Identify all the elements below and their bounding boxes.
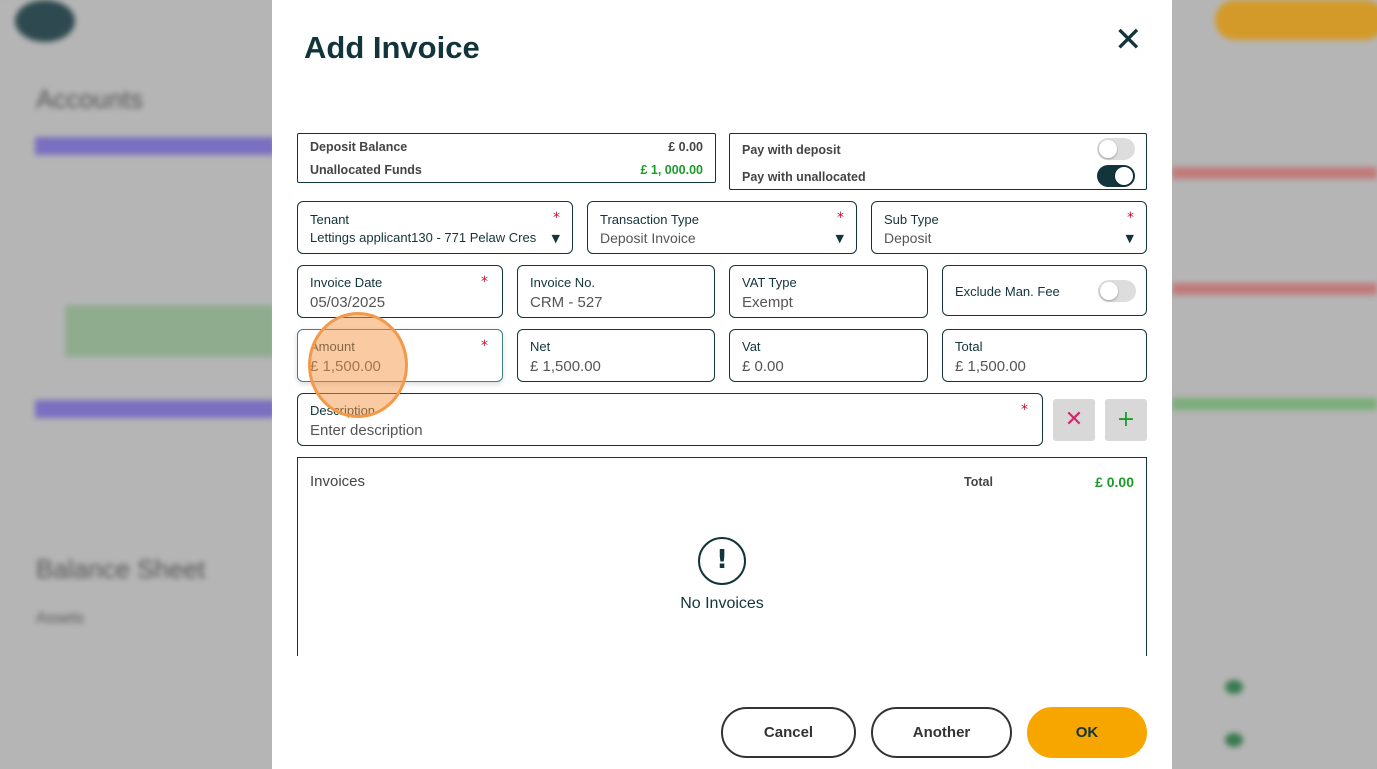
transaction-type-select[interactable]: Transaction Type * Deposit Invoice ▼ <box>587 201 857 254</box>
another-button[interactable]: Another <box>871 707 1012 758</box>
vat-value: £ 0.00 <box>742 358 784 375</box>
required-marker: * <box>481 338 488 354</box>
required-marker: * <box>553 210 560 226</box>
deposit-balance-label: Deposit Balance <box>310 140 408 154</box>
required-marker: * <box>1021 402 1028 418</box>
total-value: £ 1,500.00 <box>955 358 1026 375</box>
bg-balance-sheet-title: Balance Sheet <box>36 554 206 584</box>
vat-type-label: VAT Type <box>742 275 797 290</box>
cancel-button[interactable]: Cancel <box>721 707 856 758</box>
invoice-date-field[interactable]: Invoice Date * 05/03/2025 <box>297 265 503 318</box>
invoice-no-label: Invoice No. <box>530 275 596 290</box>
invoices-total-label: Total <box>964 475 993 489</box>
exclude-man-fee-label: Exclude Man. Fee <box>955 284 1060 299</box>
invoice-date-label: Invoice Date <box>310 275 383 290</box>
add-invoice-modal: Add Invoice ✕ Deposit Balance £ 0.00 Una… <box>272 0 1172 769</box>
total-label: Total <box>955 339 983 354</box>
description-label: Description <box>310 403 376 418</box>
tenant-select[interactable]: Tenant * Lettings applicant130 - 771 Pel… <box>297 201 573 254</box>
tenant-value: Lettings applicant130 - 771 Pelaw Cres <box>310 230 537 245</box>
bg-accounts-title: Accounts <box>36 84 143 114</box>
no-invoices-text: No Invoices <box>680 595 764 612</box>
description-field[interactable]: Description * Enter description <box>297 393 1043 446</box>
invoices-total-value: £ 0.00 <box>1095 474 1134 490</box>
transaction-type-value: Deposit Invoice <box>600 230 696 246</box>
pay-with-deposit-label: Pay with deposit <box>742 143 841 157</box>
tenant-label: Tenant <box>310 212 350 227</box>
balances-panel: Deposit Balance £ 0.00 Unallocated Funds… <box>297 133 716 183</box>
add-button[interactable]: + <box>1105 399 1147 441</box>
ok-button[interactable]: OK <box>1027 707 1147 758</box>
sub-type-label: Sub Type <box>884 212 939 227</box>
chevron-down-icon: ▼ <box>835 232 844 245</box>
sub-type-select[interactable]: Sub Type * Deposit ▼ <box>871 201 1147 254</box>
invoices-panel: Invoices Total £ 0.00 ! No Invoices <box>297 457 1147 677</box>
vat-type-field[interactable]: VAT Type Exempt <box>729 265 928 318</box>
invoice-no-field[interactable]: Invoice No. CRM - 527 <box>517 265 715 318</box>
total-field[interactable]: Total £ 1,500.00 <box>942 329 1147 382</box>
close-icon[interactable]: ✕ <box>1114 20 1143 60</box>
exclamation-circle-icon: ! <box>698 537 746 585</box>
description-placeholder: Enter description <box>310 422 423 439</box>
amount-label: Amount <box>310 339 355 354</box>
pay-with-deposit-toggle[interactable] <box>1097 138 1135 160</box>
modal-title: Add Invoice <box>304 30 480 65</box>
invoices-title: Invoices <box>310 473 366 490</box>
invoice-no-value: CRM - 527 <box>530 294 603 311</box>
transaction-type-label: Transaction Type <box>600 212 699 227</box>
unallocated-funds-label: Unallocated Funds <box>310 163 422 177</box>
net-field[interactable]: Net £ 1,500.00 <box>517 329 715 382</box>
vat-label: Vat <box>742 339 761 354</box>
net-value: £ 1,500.00 <box>530 358 601 375</box>
amount-value: £ 1,500.00 <box>310 358 381 375</box>
required-marker: * <box>1127 210 1134 226</box>
unallocated-funds-value: £ 1, 000.00 <box>640 163 703 177</box>
pay-with-unallocated-toggle[interactable] <box>1097 165 1135 187</box>
chevron-down-icon: ▼ <box>551 232 560 245</box>
required-marker: * <box>837 210 844 226</box>
deposit-balance-value: £ 0.00 <box>668 140 703 154</box>
bg-assets-label: Assets <box>36 610 85 627</box>
amount-field[interactable]: Amount * £ 1,500.00 <box>297 329 503 382</box>
sub-type-value: Deposit <box>884 230 932 246</box>
exclude-man-fee-toggle[interactable] <box>1098 280 1136 302</box>
pay-options-panel: Pay with deposit Pay with unallocated <box>729 133 1147 190</box>
required-marker: * <box>481 274 488 290</box>
chevron-down-icon: ▼ <box>1125 232 1134 245</box>
vat-field[interactable]: Vat £ 0.00 <box>729 329 928 382</box>
pay-with-unallocated-label: Pay with unallocated <box>742 170 866 184</box>
vat-type-value: Exempt <box>742 294 793 311</box>
invoice-date-value: 05/03/2025 <box>310 294 386 311</box>
clear-button[interactable]: ✕ <box>1053 399 1095 441</box>
exclude-man-fee-panel: Exclude Man. Fee <box>942 265 1147 316</box>
net-label: Net <box>530 339 551 354</box>
